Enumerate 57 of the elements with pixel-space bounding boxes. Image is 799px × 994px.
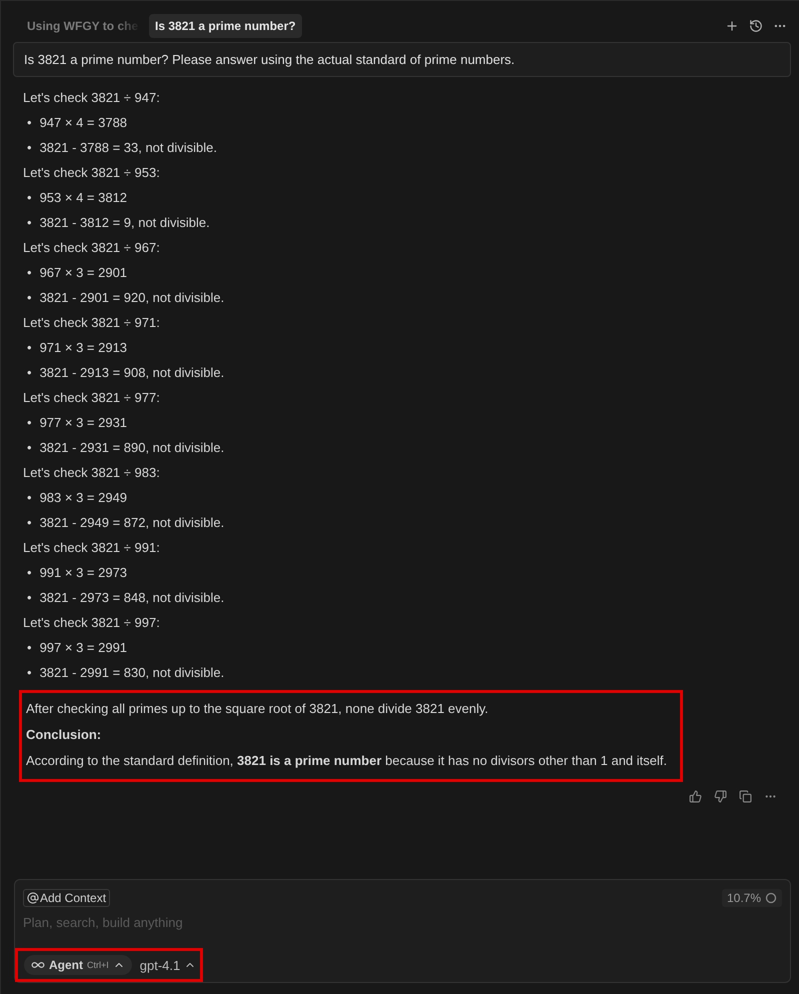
list-bullet: • xyxy=(27,140,32,156)
step-heading: Let's check 3821 ÷ 977: xyxy=(23,390,161,406)
list-bullet: • xyxy=(27,640,32,656)
step-heading: Let's check 3821 ÷ 991: xyxy=(23,540,161,556)
list-bullet: • xyxy=(27,115,32,131)
add-context-button[interactable]: Add Context xyxy=(23,889,110,907)
list-bullet: • xyxy=(27,190,32,206)
step-item: 3821 - 2991 = 830, not divisible. xyxy=(40,665,224,681)
list-bullet: • xyxy=(27,365,32,381)
step-heading: Let's check 3821 ÷ 971: xyxy=(23,315,161,331)
step-heading: Let's check 3821 ÷ 967: xyxy=(23,240,161,256)
thumbs-down-icon[interactable] xyxy=(714,790,727,803)
step-item: 967 × 3 = 2901 xyxy=(40,265,128,281)
step-item: 3821 - 3812 = 9, not divisible. xyxy=(40,215,210,231)
list-bullet: • xyxy=(27,665,32,681)
list-bullet: • xyxy=(27,265,32,281)
history-icon[interactable] xyxy=(749,19,763,33)
step-item: 3821 - 3788 = 33, not divisible. xyxy=(40,140,217,156)
step-heading: Let's check 3821 ÷ 947: xyxy=(23,90,161,106)
model-selector[interactable]: gpt-4.1 xyxy=(140,958,196,972)
step-item: 977 × 3 = 2931 xyxy=(40,415,128,431)
step-item: 983 × 3 = 2949 xyxy=(40,490,128,506)
context-usage: 10.7% xyxy=(722,889,782,907)
list-bullet: • xyxy=(27,415,32,431)
step-heading: Let's check 3821 ÷ 983: xyxy=(23,465,161,481)
list-bullet: • xyxy=(27,515,32,531)
message-input[interactable]: Plan, search, build anything xyxy=(23,915,782,930)
list-bullet: • xyxy=(27,565,32,581)
list-bullet: • xyxy=(27,290,32,306)
step-item: 971 × 3 = 2913 xyxy=(40,340,128,356)
conclusion-text: According to the standard definition, 3821 is a prime number because it has no divisors other than 1 and itself. xyxy=(26,753,668,769)
progress-ring-icon xyxy=(765,892,777,904)
step-item: 947 × 4 = 3788 xyxy=(40,115,128,131)
step-item: 997 × 3 = 2991 xyxy=(40,640,128,656)
step-item: 3821 - 2901 = 920, not divisible. xyxy=(40,290,224,306)
step-item: 953 × 4 = 3812 xyxy=(40,190,128,206)
agent-mode-button[interactable]: Agent Ctrl+I xyxy=(24,955,132,975)
at-sign-icon xyxy=(27,892,39,904)
step-heading: Let's check 3821 ÷ 997: xyxy=(23,615,161,631)
chat-tab[interactable]: Is 3821 a prime number? xyxy=(149,14,302,38)
thumbs-up-icon[interactable] xyxy=(689,790,702,803)
step-item: 3821 - 2931 = 890, not divisible. xyxy=(40,440,224,456)
plus-icon[interactable] xyxy=(725,19,739,33)
step-item: 3821 - 2949 = 872, not divisible. xyxy=(40,515,224,531)
list-bullet: • xyxy=(27,590,32,606)
user-message: Is 3821 a prime number? Please answer using the actual standard of prime numbers. xyxy=(13,42,791,77)
step-item: 3821 - 2973 = 848, not divisible. xyxy=(40,590,224,606)
copy-icon[interactable] xyxy=(739,790,752,803)
step-item: 3821 - 2913 = 908, not divisible. xyxy=(40,365,224,381)
list-bullet: • xyxy=(27,340,32,356)
list-bullet: • xyxy=(27,490,32,506)
step-item: 991 × 3 = 2973 xyxy=(40,565,128,581)
list-bullet: • xyxy=(27,440,32,456)
summary-text: After checking all primes up to the square root of 3821, none divide 3821 evenly. xyxy=(26,701,490,717)
step-heading: Let's check 3821 ÷ 953: xyxy=(23,165,161,181)
list-bullet: • xyxy=(27,215,32,231)
conclusion-title: Conclusion: xyxy=(26,727,102,743)
